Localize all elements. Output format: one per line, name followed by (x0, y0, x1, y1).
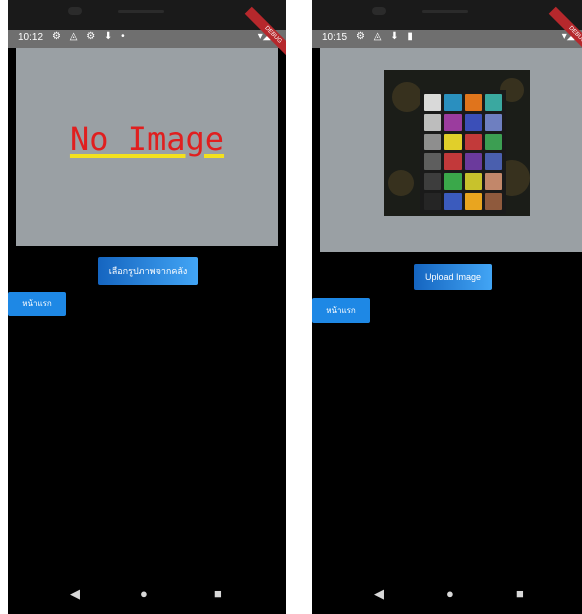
nav-recents-icon[interactable]: ■ (516, 586, 524, 601)
upload-image-button[interactable]: Upload Image (414, 264, 492, 290)
color-patch (484, 113, 502, 131)
camera-notch (372, 7, 386, 15)
color-patch (444, 153, 462, 171)
color-patch (444, 94, 462, 111)
uploaded-photo (384, 70, 530, 216)
color-patch (424, 173, 442, 191)
no-image-text: No Image (69, 120, 225, 158)
status-bar: 10:15 ⚙ ◬ ⬇ ▮ ▾◢▮ (312, 30, 582, 48)
left-phone-screen: 10:12 ⚙ ◬ ⚙ ⬇ • ▾◢▮ DEBUG No Image เลือก… (8, 0, 286, 614)
color-patch (464, 113, 482, 131)
color-checker-chart (420, 90, 506, 214)
android-nav-bar: ◀ ● ■ (8, 574, 286, 614)
status-notification-icons: ⚙ ◬ ⬇ ▮ (356, 31, 416, 42)
speaker-grille (118, 10, 164, 13)
pick-image-button[interactable]: เลือกรูปภาพจากคลัง (98, 257, 198, 285)
image-preview-panel (320, 48, 582, 252)
color-patch (444, 173, 462, 191)
color-patch (424, 193, 442, 210)
color-patch (424, 133, 442, 151)
right-phone-screen: 10:15 ⚙ ◬ ⬇ ▮ ▾◢▮ DEBUG Upload Image หน้… (312, 0, 582, 614)
color-patch (424, 113, 442, 131)
color-patch (484, 94, 502, 111)
color-patch (484, 133, 502, 151)
home-button[interactable]: หน้าแรก (8, 292, 66, 316)
color-patch (484, 193, 502, 210)
status-notification-icons: ⚙ ◬ ⚙ ⬇ • (52, 31, 128, 42)
nav-home-icon[interactable]: ● (446, 586, 454, 601)
color-patch (484, 173, 502, 191)
color-patch (464, 153, 482, 171)
nav-recents-icon[interactable]: ■ (214, 586, 222, 601)
home-button[interactable]: หน้าแรก (312, 298, 370, 323)
status-bar: 10:12 ⚙ ◬ ⚙ ⬇ • ▾◢▮ (8, 30, 286, 48)
color-patch (444, 113, 462, 131)
android-nav-bar: ◀ ● ■ (312, 574, 582, 614)
phone-bezel (312, 0, 582, 32)
color-patch (424, 94, 442, 111)
color-patch (464, 193, 482, 210)
nav-home-icon[interactable]: ● (140, 586, 148, 601)
color-patch (464, 133, 482, 151)
color-patch (464, 173, 482, 191)
nav-back-icon[interactable]: ◀ (374, 586, 384, 602)
color-patch (424, 153, 442, 171)
color-patch (464, 94, 482, 111)
no-image-placeholder: No Image (16, 120, 278, 158)
nav-back-icon[interactable]: ◀ (70, 586, 80, 602)
status-time: 10:12 (18, 32, 44, 43)
color-patch (444, 193, 462, 210)
speaker-grille (422, 10, 468, 13)
phone-bezel (8, 0, 286, 32)
camera-notch (68, 7, 82, 15)
color-patch (444, 133, 462, 151)
status-time: 10:15 (322, 32, 348, 43)
image-preview-panel: No Image (16, 48, 278, 246)
color-patch (484, 153, 502, 171)
